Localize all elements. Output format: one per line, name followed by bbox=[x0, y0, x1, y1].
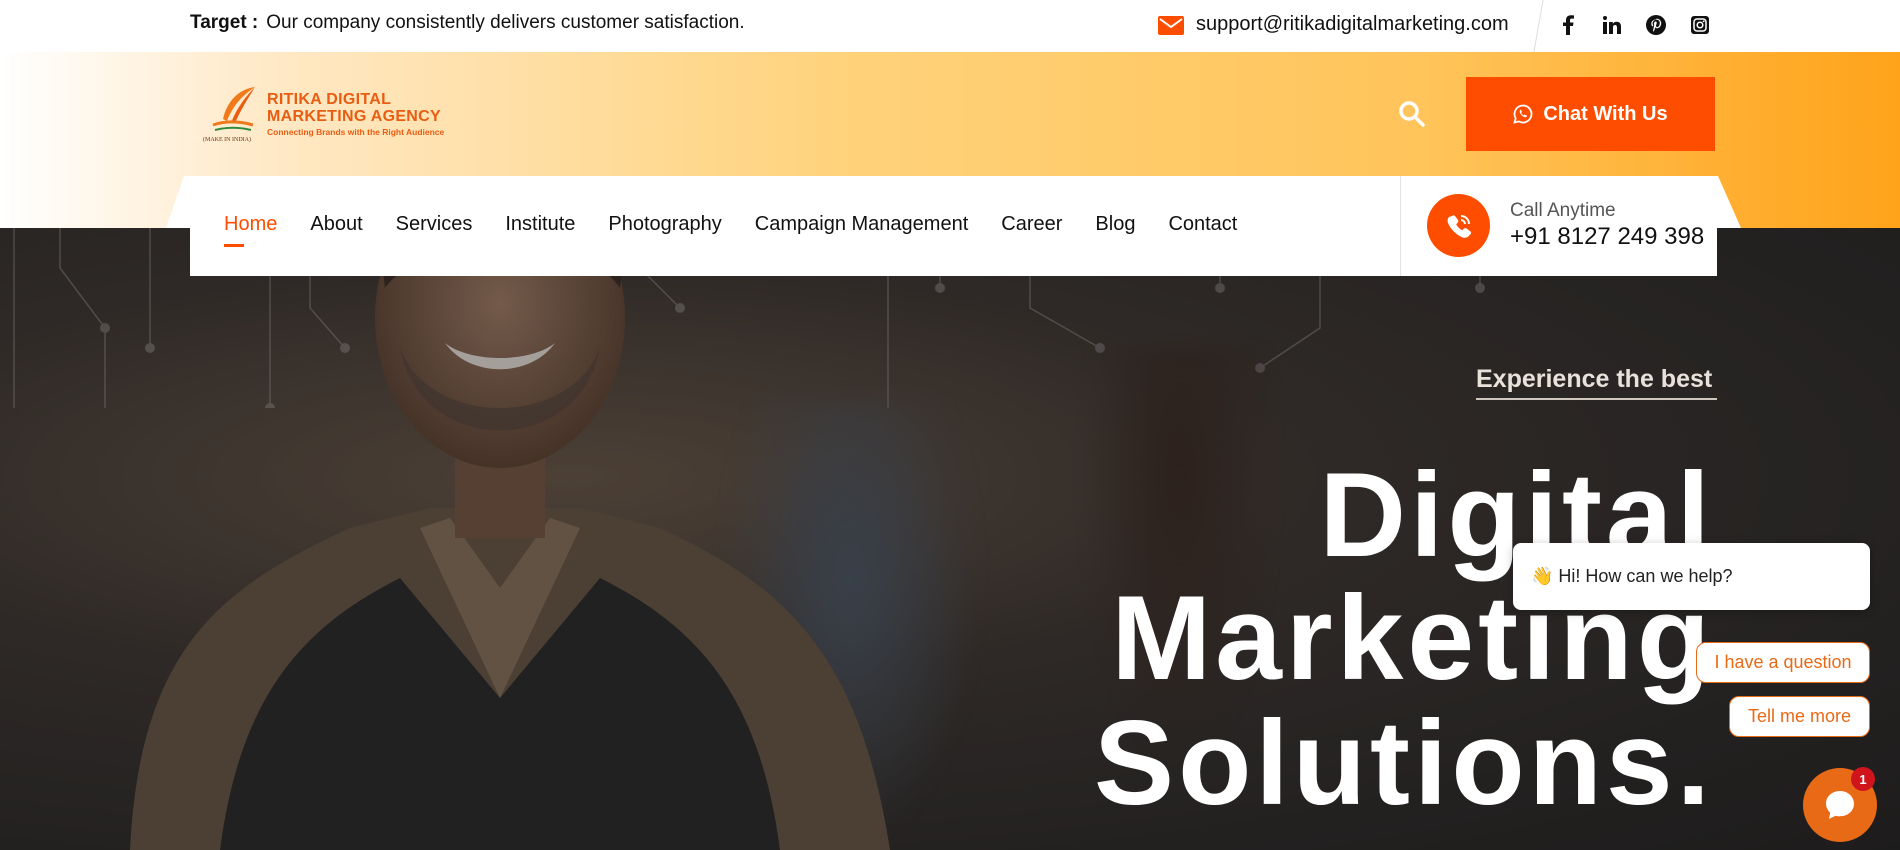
search-icon[interactable] bbox=[1398, 100, 1426, 128]
chat-option-question[interactable]: I have a question bbox=[1696, 642, 1870, 683]
chat-bubble-icon bbox=[1826, 791, 1854, 819]
nav-item-about[interactable]: About bbox=[310, 213, 362, 236]
whatsapp-icon bbox=[1513, 104, 1533, 124]
active-nav-underline bbox=[224, 244, 244, 247]
target-text: Our company consistently delivers custom… bbox=[266, 12, 745, 33]
logo-tagline: Connecting Brands with the Right Audienc… bbox=[267, 127, 445, 137]
top-bar: Target : Our company consistently deliver… bbox=[0, 0, 1900, 52]
target-statement: Target : Our company consistently deliver… bbox=[190, 12, 745, 34]
phone-icon bbox=[1447, 214, 1471, 238]
chat-with-us-label: Chat With Us bbox=[1543, 102, 1668, 125]
main-navigation: Home About Services Institute Photograph… bbox=[190, 176, 1717, 276]
chat-with-us-button[interactable]: Chat With Us bbox=[1466, 77, 1715, 151]
call-phone-number[interactable]: +91 8127 249 398 bbox=[1510, 223, 1704, 251]
instagram-icon[interactable] bbox=[1685, 10, 1715, 40]
nav-item-institute[interactable]: Institute bbox=[505, 213, 575, 236]
chat-option-tell-more[interactable]: Tell me more bbox=[1729, 696, 1870, 737]
unread-badge: 1 bbox=[1851, 767, 1875, 791]
company-logo[interactable]: RITIKA DIGITAL MARKETING AGENCY Connecti… bbox=[203, 85, 463, 147]
nav-menu: Home About Services Institute Photograph… bbox=[224, 213, 1270, 236]
facebook-icon[interactable] bbox=[1553, 10, 1583, 40]
logo-line-1: RITIKA DIGITAL bbox=[267, 91, 392, 108]
eyebrow-underline bbox=[1476, 398, 1717, 400]
nav-item-career[interactable]: Career bbox=[1001, 213, 1062, 236]
nav-item-photography[interactable]: Photography bbox=[608, 213, 721, 236]
call-anytime-label: Call Anytime bbox=[1510, 200, 1616, 221]
envelope-icon bbox=[1158, 16, 1184, 35]
nav-item-contact[interactable]: Contact bbox=[1168, 213, 1237, 236]
nav-item-blog[interactable]: Blog bbox=[1095, 213, 1135, 236]
nav-item-campaign-management[interactable]: Campaign Management bbox=[755, 213, 968, 236]
hero-headline-line-3: Solutions. bbox=[1094, 696, 1714, 830]
nav-item-home[interactable]: Home bbox=[224, 213, 277, 236]
divider bbox=[1400, 176, 1401, 276]
support-email-link[interactable]: support@ritikadigitalmarketing.com bbox=[1196, 13, 1509, 36]
divider bbox=[1533, 0, 1544, 52]
chat-greeting-bubble[interactable]: 👋 Hi! How can we help? bbox=[1513, 543, 1870, 610]
phone-call-button[interactable] bbox=[1427, 194, 1490, 257]
linkedin-icon[interactable] bbox=[1597, 10, 1627, 40]
feather-logo-icon bbox=[212, 87, 255, 131]
pinterest-icon[interactable] bbox=[1641, 10, 1671, 40]
hero-eyebrow: Experience the best bbox=[1476, 365, 1713, 393]
target-label: Target : bbox=[190, 12, 259, 33]
nav-item-services[interactable]: Services bbox=[396, 213, 473, 236]
logo-line-2: MARKETING AGENCY bbox=[267, 108, 441, 125]
logo-badge: (MAKE IN INDIA) bbox=[203, 137, 251, 143]
